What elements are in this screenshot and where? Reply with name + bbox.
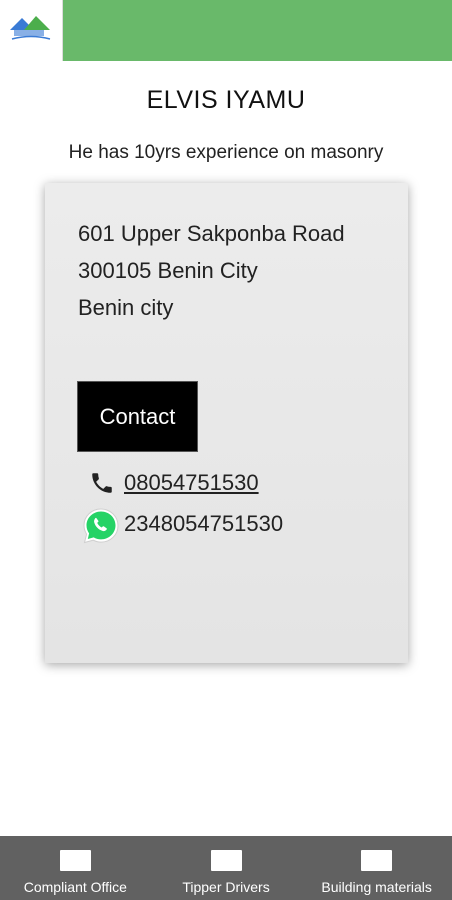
house-logo-icon [10,16,51,40]
materials-icon [361,850,393,871]
phone-row[interactable]: 08054751530 [85,466,259,500]
office-icon [59,850,91,871]
whatsapp-icon[interactable] [80,505,122,547]
truck-icon [210,850,242,871]
app-bar [0,0,452,61]
address-line-2: 300105 Benin City [78,258,258,283]
nav-label: Building materials [321,879,432,895]
address-line-1: 601 Upper Sakponba Road [78,221,345,246]
contact-button[interactable]: Contact [77,381,198,452]
whatsapp-row[interactable]: 2348054751530 [80,505,283,547]
whatsapp-number[interactable]: 2348054751530 [124,511,283,537]
nav-item-building-materials[interactable]: Building materials [301,836,452,900]
profile-description: He has 10yrs experience on masonry [68,142,384,163]
nav-label: Compliant Office [23,879,127,895]
nav-label: Tipper Drivers [182,879,270,895]
profile-name: ELVIS IYAMU [146,86,306,114]
contact-card: 601 Upper Sakponba Road 300105 Benin Cit… [45,183,408,663]
app-logo[interactable] [0,0,63,61]
address-line-3: Benin city [78,295,174,320]
bottom-navigation: Compliant Office Tipper Drivers Building… [0,836,452,900]
nav-item-tipper-drivers[interactable]: Tipper Drivers [151,836,302,900]
phone-icon [85,470,119,496]
phone-number-link[interactable]: 08054751530 [124,470,259,496]
nav-item-compliant-office[interactable]: Compliant Office [0,836,151,900]
